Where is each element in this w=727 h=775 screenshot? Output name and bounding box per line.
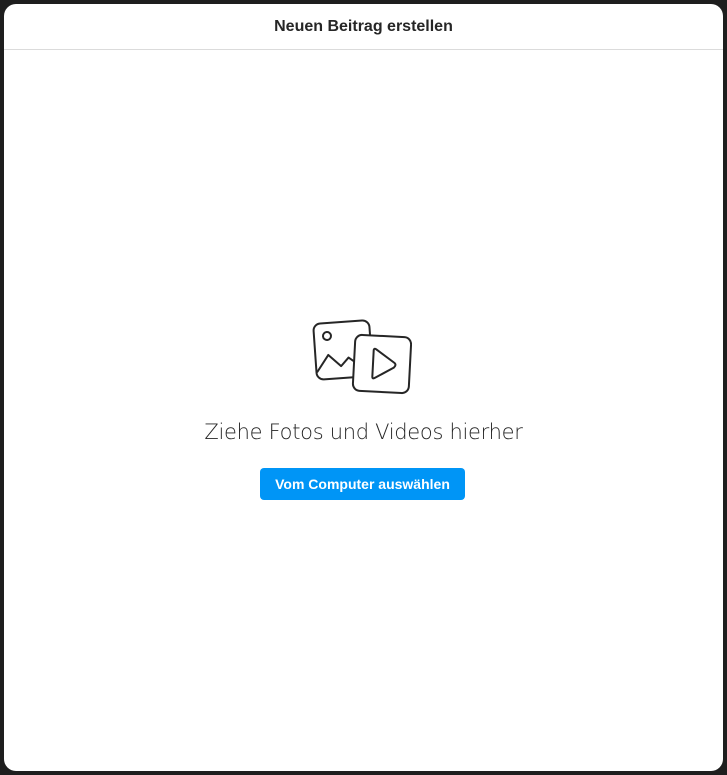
create-post-dialog: Neuen Beitrag erstellen Ziehe Fotos und … <box>4 4 723 771</box>
select-from-computer-button[interactable]: Vom Computer auswählen <box>260 468 465 500</box>
dropzone-instruction: Ziehe Fotos und Videos hierher <box>204 420 523 444</box>
dialog-title: Neuen Beitrag erstellen <box>274 17 453 35</box>
photo-video-icon <box>312 318 413 398</box>
dialog-header: Neuen Beitrag erstellen <box>4 4 723 50</box>
upload-dropzone[interactable]: Ziehe Fotos und Videos hierher Vom Compu… <box>4 50 723 771</box>
